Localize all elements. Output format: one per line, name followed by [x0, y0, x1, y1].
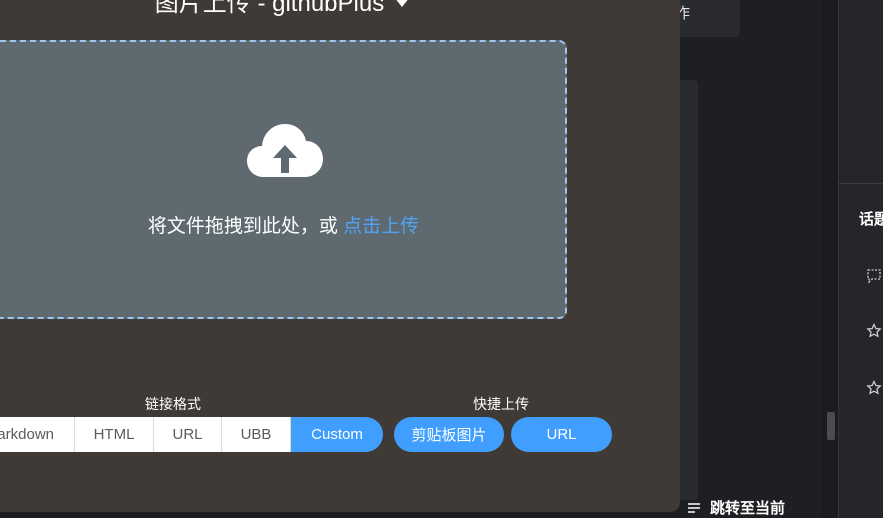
- topic-heading: 话题: [859, 211, 883, 228]
- clipboard-image-button[interactable]: 剪贴板图片: [394, 417, 504, 452]
- format-ubb-button[interactable]: UBB: [222, 417, 291, 452]
- list-icon: [688, 502, 700, 513]
- cloud-upload-icon: [247, 124, 323, 177]
- dropzone-instruction: 将文件拖拽到此处，或: [147, 216, 338, 237]
- quick-upload-label: 快捷上传: [473, 396, 529, 412]
- format-url-button[interactable]: URL: [154, 417, 222, 452]
- star-icon[interactable]: [866, 380, 882, 396]
- format-html-button[interactable]: HTML: [75, 417, 154, 452]
- dropzone-text: 将文件拖拽到此处，或 点击上传: [0, 211, 567, 238]
- modal-title[interactable]: 图片上传 - githubPlus: [155, 0, 384, 18]
- star-icon[interactable]: [866, 323, 882, 339]
- modal-header: 图片上传 - githubPlus: [0, 0, 565, 18]
- quick-url-button[interactable]: URL: [511, 417, 612, 452]
- right-sidebar: [838, 0, 883, 518]
- click-upload-link[interactable]: 点击上传: [343, 216, 419, 237]
- link-format-group: arkdown HTML URL UBB Custom: [0, 417, 383, 452]
- comment-icon[interactable]: [866, 268, 882, 284]
- sidebar-divider: [838, 183, 883, 184]
- scrollbar-thumb[interactable]: [827, 412, 835, 440]
- format-markdown-button[interactable]: arkdown: [0, 417, 75, 452]
- jump-to-current-button[interactable]: 跳转至当前: [686, 497, 785, 518]
- upload-dropzone[interactable]: 将文件拖拽到此处，或 点击上传: [0, 40, 567, 319]
- format-custom-button[interactable]: Custom: [291, 417, 383, 452]
- caret-down-icon[interactable]: [394, 0, 411, 7]
- jump-to-current-label: 跳转至当前: [710, 500, 786, 517]
- link-format-label: 链接格式: [145, 396, 201, 412]
- image-upload-modal: 图片上传 - githubPlus 将文件拖拽到此处，或 点击上传 链接格式 快…: [0, 0, 680, 512]
- page-scrollbar[interactable]: [822, 0, 838, 518]
